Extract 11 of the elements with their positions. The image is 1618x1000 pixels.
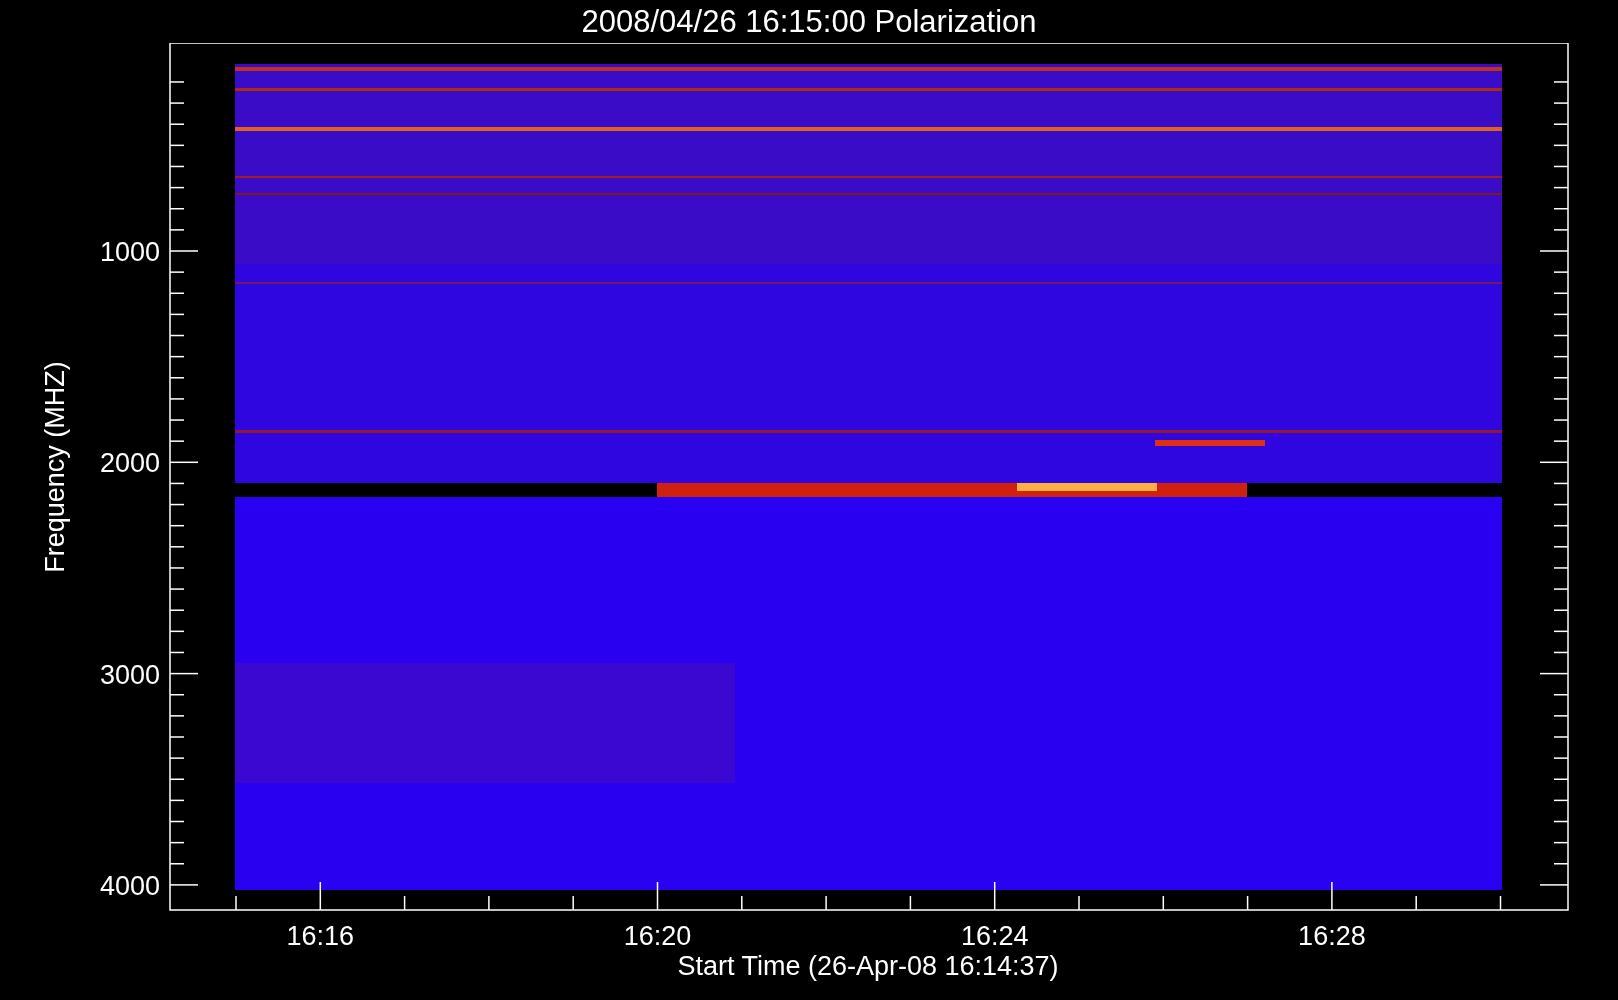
y-tick-label: 2000 [99,448,160,479]
x-tick-label: 16:28 [1298,921,1366,951]
y-tick-label: 4000 [99,870,160,901]
x-tick-label: 16:20 [623,921,692,951]
x-tick-label: 16:16 [286,921,355,951]
y-tick-label: 3000 [99,659,160,690]
y-axis-label: Frequency (MHZ) [40,361,70,573]
x-tick-label: 16:24 [960,921,1029,951]
y-tick-label: 1000 [99,237,160,267]
x-axis-label: Start Time (26-Apr-08 16:14:37) [677,951,1059,981]
plot-title: 2008/04/26 16:15:00 Polarization [581,6,1037,37]
